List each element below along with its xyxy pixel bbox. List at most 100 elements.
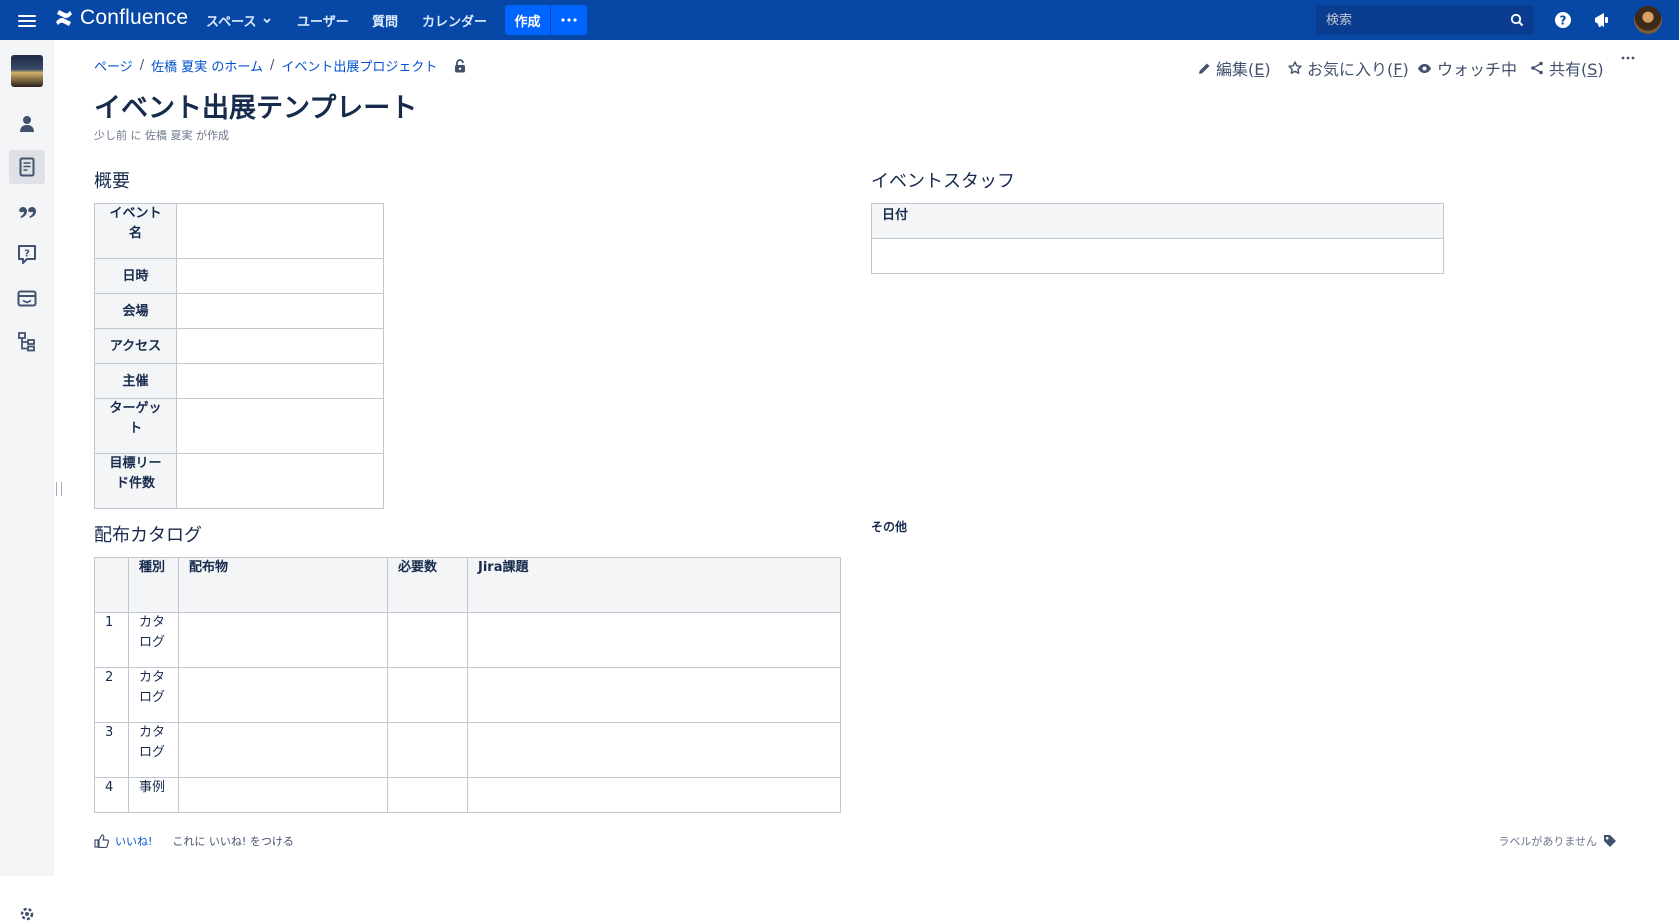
user-avatar[interactable] — [1634, 6, 1662, 34]
table-cell[interactable] — [387, 612, 468, 668]
breadcrumb-pages[interactable]: ページ — [94, 56, 133, 75]
table-row: イベント名 — [94, 203, 384, 259]
app-name: Confluence — [80, 6, 189, 29]
calendar-icon[interactable] — [9, 281, 45, 315]
page-title: イベント出展テンプレート — [94, 93, 418, 124]
create-button[interactable]: 作成 — [505, 5, 550, 35]
create-more-button[interactable] — [551, 5, 587, 35]
left-sidebar: ? — [0, 40, 54, 921]
table-row: 日時 — [94, 258, 384, 294]
share-paren: ) — [1597, 60, 1604, 79]
breadcrumb-home[interactable]: 佐橋 夏実 のホーム — [151, 56, 263, 75]
search-box[interactable] — [1316, 5, 1534, 35]
label-tag-icon[interactable] — [1603, 834, 1617, 848]
favorite-button[interactable]: お気に入り(F) — [1288, 56, 1409, 80]
table-header-row: 種別 配布物 必要数 Jira課題 — [94, 557, 841, 613]
nav-spaces-label: スペース — [206, 15, 257, 30]
hamburger-menu-icon[interactable] — [18, 12, 36, 28]
table-cell[interactable] — [176, 258, 384, 294]
star-icon — [1288, 61, 1302, 74]
space-avatar[interactable] — [11, 55, 43, 87]
table-row: 2 カタログ — [94, 667, 841, 723]
table-cell[interactable] — [176, 363, 384, 399]
table-row: 目標リード件数 — [94, 453, 384, 509]
more-horizontal-icon — [561, 18, 577, 22]
table-cell[interactable] — [467, 667, 841, 723]
table-row: 4 事例 — [94, 777, 841, 813]
table-cell[interactable] — [176, 398, 384, 454]
type-cell[interactable]: 事例 — [128, 777, 179, 813]
table-cell[interactable] — [178, 612, 388, 668]
settings-gear-icon[interactable] — [19, 906, 35, 922]
table-row — [871, 238, 1444, 274]
search-icon[interactable] — [1510, 13, 1524, 27]
like-button[interactable]: いいね! — [115, 833, 152, 849]
table-cell[interactable] — [178, 667, 388, 723]
table-row: 1 カタログ — [94, 612, 841, 668]
table-cell[interactable] — [176, 293, 384, 329]
breadcrumb-project[interactable]: イベント出展プロジェクト — [281, 56, 437, 75]
overview-heading: 概要 — [94, 171, 130, 192]
row-header: 目標リード件数 — [94, 453, 177, 509]
staff-table: 日付 — [871, 203, 1444, 274]
column-header: 種別 — [128, 557, 179, 613]
row-header: イベント名 — [94, 203, 177, 259]
nav-calendar[interactable]: カレンダー — [422, 11, 487, 30]
staff-heading: イベントスタッフ — [871, 171, 1015, 192]
svg-text:?: ? — [1560, 14, 1567, 28]
no-labels-text: ラベルがありません — [1498, 835, 1597, 848]
unlock-icon[interactable] — [454, 58, 466, 73]
column-header: 配布物 — [178, 557, 388, 613]
table-cell[interactable] — [387, 722, 468, 778]
table-row: 3 カタログ — [94, 722, 841, 778]
share-button[interactable]: 共有(S) — [1530, 56, 1604, 80]
type-cell[interactable]: カタログ — [128, 612, 179, 668]
edit-shortcut: E — [1254, 60, 1265, 79]
pages-icon[interactable] — [9, 150, 45, 184]
table-cell[interactable] — [467, 612, 841, 668]
people-icon[interactable] — [9, 107, 45, 141]
help-icon[interactable]: ? — [1553, 10, 1573, 30]
row-header: ターゲット — [94, 398, 177, 454]
blog-quote-icon[interactable] — [9, 194, 45, 228]
table-cell[interactable] — [871, 238, 1444, 274]
nav-questions[interactable]: 質問 — [372, 11, 398, 30]
share-label: 共有( — [1549, 60, 1588, 79]
confluence-logo[interactable]: Confluence — [54, 6, 188, 30]
table-row: 会場 — [94, 293, 384, 329]
table-cell[interactable] — [467, 722, 841, 778]
sidebar-resize-handle[interactable] — [56, 482, 62, 496]
share-icon — [1531, 61, 1543, 75]
favorite-paren: ) — [1402, 60, 1409, 79]
more-actions-button[interactable] — [1621, 56, 1635, 60]
table-cell[interactable] — [387, 667, 468, 723]
watch-button[interactable]: ウォッチ中 — [1417, 56, 1517, 80]
search-input[interactable] — [1326, 12, 1496, 28]
type-cell[interactable]: カタログ — [128, 722, 179, 778]
questions-icon[interactable]: ? — [9, 237, 45, 271]
table-cell[interactable] — [176, 328, 384, 364]
nav-spaces-dropdown[interactable]: スペース — [206, 11, 272, 30]
table-cell[interactable] — [387, 777, 468, 813]
table-cell[interactable] — [178, 777, 388, 813]
table-cell[interactable] — [178, 722, 388, 778]
edit-button[interactable]: 編集(E) — [1198, 56, 1271, 80]
table-cell[interactable] — [176, 453, 384, 509]
breadcrumb-separator: / — [270, 58, 275, 73]
confluence-logo-icon — [56, 10, 72, 26]
type-cell[interactable]: カタログ — [128, 667, 179, 723]
row-number: 4 — [94, 777, 129, 813]
column-header: Jira課題 — [467, 557, 841, 613]
notifications-megaphone-icon[interactable] — [1592, 10, 1612, 30]
eye-icon — [1418, 63, 1431, 73]
thumbs-up-icon[interactable] — [94, 834, 109, 848]
labels-area: ラベルがありません — [1498, 833, 1617, 849]
overview-table: イベント名 日時 会場 アクセス 主催 ターゲット 目標リード件数 — [94, 203, 384, 509]
edit-label: 編集( — [1216, 60, 1255, 79]
column-header: 日付 — [871, 203, 1444, 239]
page-tree-icon[interactable] — [9, 325, 45, 359]
nav-users[interactable]: ユーザー — [297, 11, 349, 30]
table-cell[interactable] — [176, 203, 384, 259]
page-byline: 少し前 に 佐橋 夏実 が作成 — [94, 129, 229, 142]
table-cell[interactable] — [467, 777, 841, 813]
